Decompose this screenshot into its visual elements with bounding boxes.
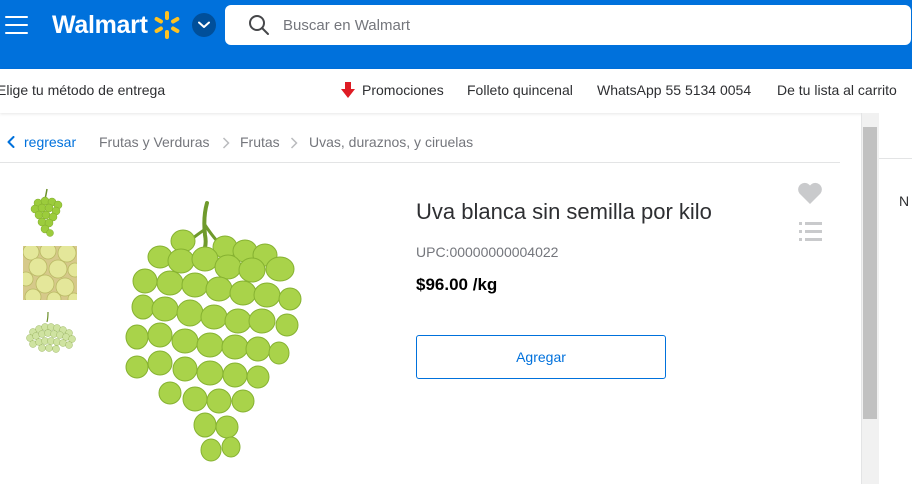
chevron-left-icon xyxy=(7,136,15,148)
secondary-nav: Elige tu método de entrega Promociones F… xyxy=(0,69,912,113)
promotions-label: Promociones xyxy=(362,82,444,98)
promotions-link[interactable]: Promociones xyxy=(341,82,444,98)
back-label: regresar xyxy=(24,134,77,150)
list-to-cart-link[interactable]: De tu lista al carrito xyxy=(777,82,897,98)
store-selector-button[interactable] xyxy=(192,13,216,37)
product-main-image xyxy=(125,201,302,462)
whatsapp-link[interactable]: WhatsApp 55 5134 0054 xyxy=(597,82,751,98)
breadcrumb-item-frutas-verduras[interactable]: Frutas y Verduras xyxy=(99,134,210,150)
product-thumbnail[interactable] xyxy=(23,185,77,239)
chevron-right-icon xyxy=(222,137,230,149)
breadcrumb-item-frutas[interactable]: Frutas xyxy=(240,134,280,150)
side-panel-divider xyxy=(879,158,912,159)
product-title: Uva blanca sin semilla por kilo xyxy=(416,199,712,224)
back-link[interactable]: regresar xyxy=(7,134,76,150)
flyer-link[interactable]: Folleto quincenal xyxy=(467,82,573,98)
scrollbar-thumb[interactable] xyxy=(863,127,877,419)
walmart-spark-icon xyxy=(154,11,180,39)
chevron-down-icon xyxy=(198,21,210,28)
logo-text: Walmart xyxy=(52,10,148,39)
product-price: $96.00 /kg xyxy=(416,275,498,294)
breadcrumb: regresar Frutas y Verduras Frutas Uvas, … xyxy=(0,113,840,163)
delivery-method-link[interactable]: Elige tu método de entrega xyxy=(0,82,165,98)
walmart-logo[interactable]: Walmart xyxy=(52,10,183,40)
search-icon[interactable] xyxy=(248,14,270,36)
heart-icon[interactable] xyxy=(797,181,823,205)
promo-arrow-icon xyxy=(341,82,355,98)
search-bar xyxy=(225,5,911,45)
top-header: Walmart xyxy=(0,0,912,69)
side-panel xyxy=(879,113,912,484)
menu-icon[interactable] xyxy=(5,14,29,36)
breadcrumb-item-uvas[interactable]: Uvas, duraznos, y ciruelas xyxy=(309,134,473,150)
list-icon[interactable] xyxy=(799,222,822,241)
product-thumbnail[interactable] xyxy=(23,308,77,362)
add-to-cart-button[interactable]: Agregar xyxy=(416,335,666,379)
side-panel-text: N xyxy=(899,193,910,209)
product-upc: UPC:00000000004022 xyxy=(416,244,559,260)
chevron-right-icon xyxy=(290,137,298,149)
product-thumbnail[interactable] xyxy=(23,246,77,300)
search-input[interactable] xyxy=(283,5,883,45)
